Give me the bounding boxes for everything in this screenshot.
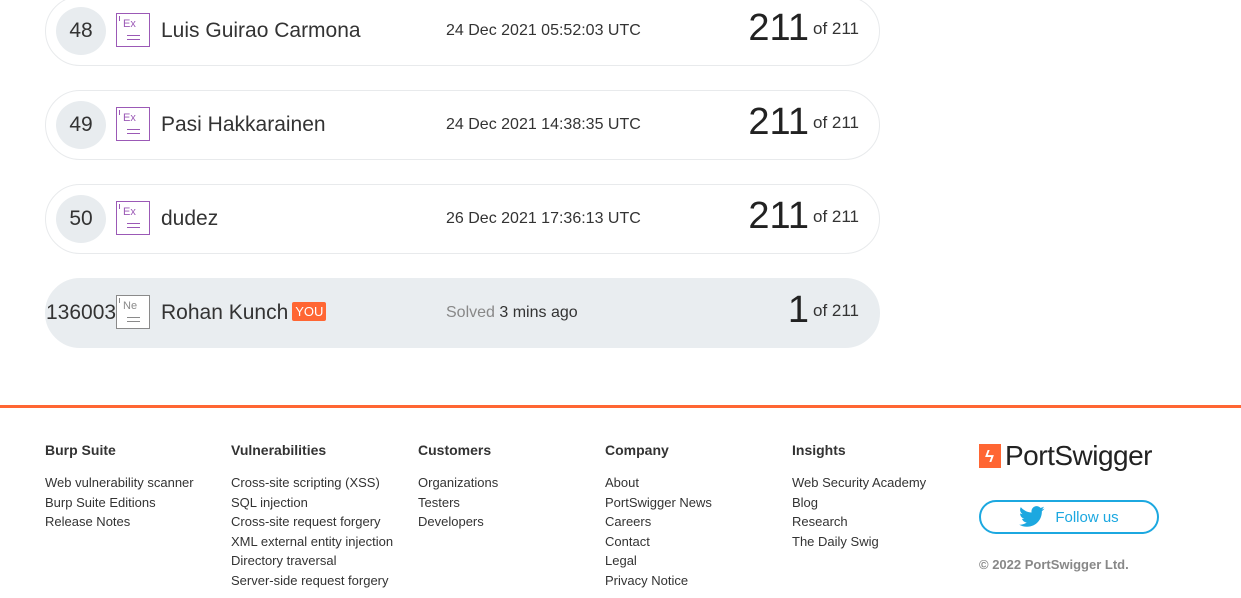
footer-link[interactable]: Developers — [418, 512, 498, 532]
footer-link[interactable]: Cross-site scripting (XSS) — [231, 473, 393, 493]
score: 211 of 211 — [748, 7, 859, 49]
solved-date: 24 Dec 2021 14:38:35 UTC — [446, 116, 641, 133]
follow-label: Follow us — [1055, 508, 1119, 526]
footer-column-insights: Insights Web Security Academy Blog Resea… — [792, 442, 926, 551]
leaderboard-row: 48 Ex Luis Guirao Carmona 24 Dec 2021 05… — [45, 0, 880, 66]
footer-column-company: Company About PortSwigger News Careers C… — [605, 442, 712, 590]
footer-link[interactable]: Careers — [605, 512, 712, 532]
footer-link[interactable]: XML external entity injection — [231, 532, 393, 552]
expert-level-icon: Ex — [116, 201, 150, 235]
score: 211 of 211 — [748, 101, 859, 143]
logo-text: PortSwigger — [1005, 440, 1153, 471]
footer-link[interactable]: Organizations — [418, 473, 498, 493]
newbie-level-icon: Ne — [116, 295, 150, 329]
column-heading: Burp Suite — [45, 442, 116, 458]
solved-date: 26 Dec 2021 17:36:13 UTC — [446, 210, 641, 227]
user-name: Luis Guirao Carmona — [161, 19, 361, 42]
footer-link[interactable]: Contact — [605, 532, 712, 552]
score: 1 of 211 — [787, 289, 859, 331]
footer-link[interactable]: The Daily Swig — [792, 532, 926, 552]
footer-link[interactable]: SQL injection — [231, 493, 393, 513]
portswigger-logo-icon: ϟ — [979, 444, 1001, 468]
footer-link[interactable]: Burp Suite Editions — [45, 493, 194, 513]
footer-link[interactable]: Legal — [605, 551, 712, 571]
rank-number: 48 — [56, 7, 106, 55]
solved-date: 24 Dec 2021 05:52:03 UTC — [446, 22, 641, 39]
leaderboard-row: 50 Ex dudez 26 Dec 2021 17:36:13 UTC 211… — [45, 184, 880, 254]
expert-level-icon: Ex — [116, 13, 150, 47]
footer-link[interactable]: Testers — [418, 493, 498, 513]
rank-number: 50 — [56, 195, 106, 243]
footer-link[interactable]: Privacy Notice — [605, 571, 712, 591]
footer-link[interactable]: Directory traversal — [231, 551, 393, 571]
solved-time: Solved 3 mins ago — [446, 304, 578, 321]
footer-link[interactable]: PortSwigger News — [605, 493, 712, 513]
user-name: Rohan Kunch YOU — [161, 301, 327, 325]
expert-level-icon: Ex — [116, 107, 150, 141]
user-name: dudez — [161, 207, 219, 230]
current-user-row: 136003 Ne Rohan Kunch YOU Solved 3 mins a… — [45, 278, 880, 348]
footer-link[interactable]: Cross-site request forgery — [231, 512, 393, 532]
footer-link[interactable]: Web Security Academy — [792, 473, 926, 493]
rank-number: 136003 — [46, 301, 117, 324]
rank-number: 49 — [56, 101, 106, 149]
copyright: © 2022 PortSwigger Ltd. — [979, 557, 1129, 572]
footer-link[interactable]: Web vulnerability scanner — [45, 473, 194, 493]
score: 211 of 211 — [748, 195, 859, 237]
twitter-icon — [1019, 506, 1045, 527]
footer-column-customers: Customers Organizations Testers Develope… — [418, 442, 498, 532]
leaderboard-row: 49 Ex Pasi Hakkarainen 24 Dec 2021 14:38… — [45, 90, 880, 160]
footer-link[interactable]: Research — [792, 512, 926, 532]
column-heading: Company — [605, 442, 669, 458]
footer-link[interactable]: Release Notes — [45, 512, 194, 532]
footer-link[interactable]: Blog — [792, 493, 926, 513]
footer-divider — [0, 405, 1241, 408]
twitter-follow-button[interactable]: Follow us — [979, 500, 1159, 534]
footer-link[interactable]: About — [605, 473, 712, 493]
column-heading: Insights — [792, 442, 846, 458]
footer-column-vulnerabilities: Vulnerabilities Cross-site scripting (XS… — [231, 442, 393, 590]
footer-link[interactable]: Server-side request forgery — [231, 571, 393, 591]
portswigger-logo[interactable]: ϟ PortSwigger — [979, 440, 1153, 472]
column-heading: Vulnerabilities — [231, 442, 327, 458]
you-badge: YOU — [292, 302, 327, 321]
column-heading: Customers — [418, 442, 492, 458]
footer-column-burp-suite: Burp Suite Web vulnerability scanner Bur… — [45, 442, 194, 532]
user-name: Pasi Hakkarainen — [161, 113, 326, 136]
